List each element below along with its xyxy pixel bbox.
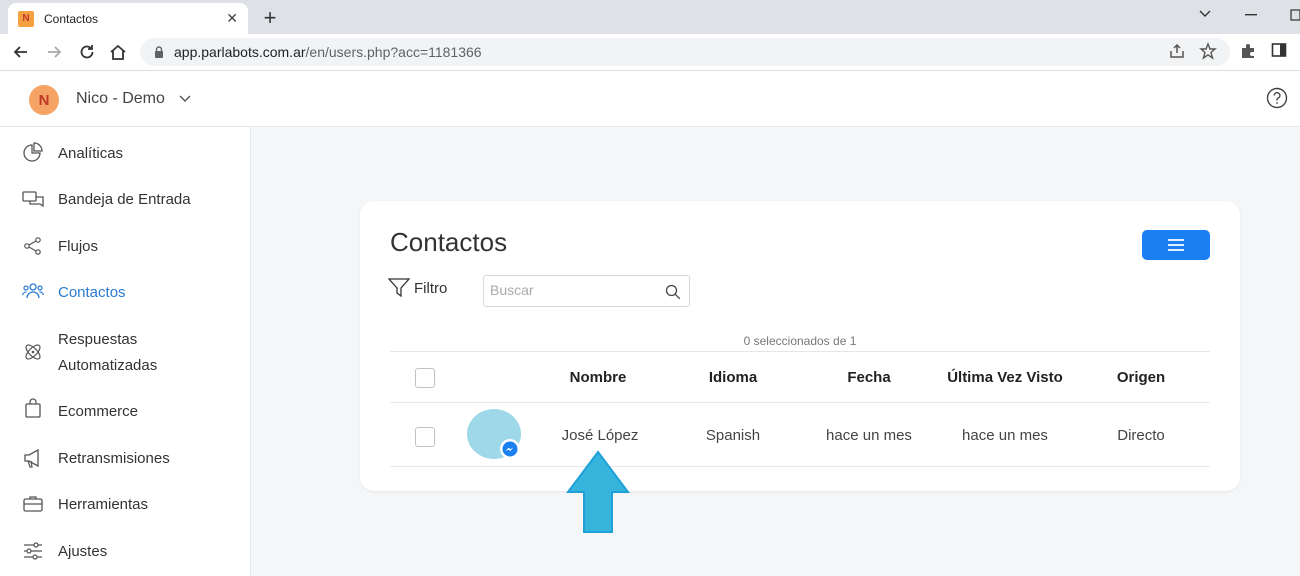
sidebar-item-label: Herramientas — [58, 496, 149, 513]
sidebar-nav: Analíticas Bandeja de Entrada Flujos Con… — [0, 127, 251, 576]
contact-date: hace un mes — [826, 427, 912, 444]
sidebar-item-bandeja[interactable]: Bandeja de Entrada — [0, 187, 250, 213]
home-icon[interactable] — [108, 42, 128, 62]
lock-icon — [155, 46, 163, 58]
filter-funnel-icon — [388, 278, 410, 298]
pie-chart-icon — [23, 142, 43, 162]
contact-origin: Directo — [1117, 427, 1165, 444]
sidebar-item-retransmisiones[interactable]: Retransmisiones — [0, 446, 250, 472]
table-divider — [390, 466, 1210, 467]
row-checkbox[interactable] — [415, 427, 435, 447]
sidebar-item-respuestas[interactable]: Respuestas Automatizadas — [0, 327, 250, 379]
sidebar-item-label: Flujos — [58, 238, 99, 255]
browser-tab[interactable]: N Contactos ✕ — [8, 3, 248, 34]
column-header-fecha[interactable]: Fecha — [819, 369, 919, 386]
sidebar-item-label: Retransmisiones — [58, 450, 170, 467]
contacts-card: Contactos Filtro 0 seleccionados de 1 No… — [360, 201, 1240, 491]
select-all-checkbox[interactable] — [415, 368, 435, 388]
selection-count: 0 seleccionados de 1 — [743, 334, 857, 348]
atom-icon — [25, 344, 41, 360]
minimize-icon[interactable] — [1245, 14, 1257, 16]
chat-bubbles-icon — [22, 191, 44, 208]
column-header-origen[interactable]: Origen — [1091, 369, 1191, 386]
table-divider — [390, 402, 1210, 403]
sidebar-item-label: Respuestas — [58, 331, 138, 348]
share-icon[interactable] — [1168, 42, 1186, 60]
sidebar-item-label: Bandeja de Entrada — [58, 191, 191, 208]
sidebar-item-flujos[interactable]: Flujos — [0, 234, 250, 260]
address-bar[interactable]: app.parlabots.com.ar/en/users.php?acc=11… — [140, 38, 1230, 66]
contact-name[interactable]: José López — [550, 427, 650, 444]
hamburger-icon — [1168, 239, 1184, 251]
search-box — [483, 275, 690, 307]
briefcase-icon — [23, 496, 43, 512]
tab-title: Contactos — [44, 11, 99, 26]
filter-button[interactable]: Filtro — [388, 277, 447, 299]
reload-icon[interactable] — [77, 42, 97, 62]
column-header-nombre[interactable]: Nombre — [548, 369, 648, 386]
menu-button[interactable] — [1142, 230, 1210, 260]
bookmark-star-icon[interactable] — [1199, 42, 1217, 60]
sidebar-item-ajustes[interactable]: Ajustes — [0, 539, 250, 565]
messenger-icon — [500, 439, 520, 459]
contact-language: Spanish — [705, 427, 761, 444]
shopping-bag-icon — [25, 398, 41, 418]
chevron-down-icon[interactable] — [178, 91, 192, 105]
users-icon — [22, 283, 44, 299]
sidebar-item-label: Ecommerce — [58, 403, 139, 420]
app-header: N Nico - Demo — [0, 71, 1300, 127]
browser-tabbar: N Contactos ✕ + — [0, 0, 1300, 34]
sidebar-item-label: Ajustes — [58, 543, 108, 560]
sidebar-item-ecommerce[interactable]: Ecommerce — [0, 398, 250, 425]
sidebar-item-herramientas[interactable]: Herramientas — [0, 492, 250, 518]
url-text: app.parlabots.com.ar/en/users.php?acc=11… — [174, 44, 482, 60]
contact-last-seen: hace un mes — [962, 427, 1048, 444]
account-name[interactable]: Nico - Demo — [76, 90, 165, 108]
restore-icon[interactable] — [1290, 9, 1300, 21]
account-avatar[interactable]: N — [29, 85, 59, 115]
search-input[interactable] — [490, 282, 660, 298]
tab-close-icon[interactable]: ✕ — [226, 10, 238, 27]
sidebar-item-label: Analíticas — [58, 145, 124, 162]
table-divider — [390, 351, 1210, 352]
new-tab-icon[interactable]: + — [259, 5, 281, 31]
sidebar-item-label-line2: Automatizadas — [58, 357, 158, 374]
back-arrow-icon[interactable] — [11, 42, 31, 62]
browser-toolbar: app.parlabots.com.ar/en/users.php?acc=11… — [0, 34, 1300, 71]
page-title: Contactos — [390, 227, 508, 257]
parlabots-favicon-icon: N — [18, 10, 34, 27]
filter-label: Filtro — [414, 279, 448, 297]
column-header-ultima-vez-visto[interactable]: Última Vez Visto — [935, 369, 1075, 386]
annotation-arrow-up-icon — [566, 450, 630, 533]
sidebar-item-contactos[interactable]: Contactos — [0, 280, 250, 306]
side-panel-icon[interactable] — [1271, 42, 1287, 58]
sidebar-item-analiticas[interactable]: Analíticas — [0, 141, 250, 167]
flow-icon — [24, 237, 41, 255]
tab-search-chevron-icon[interactable] — [1198, 9, 1212, 19]
sidebar-item-label: Contactos — [58, 284, 126, 301]
sliders-icon — [24, 542, 42, 560]
extensions-puzzle-icon[interactable] — [1239, 42, 1257, 60]
forward-arrow-icon[interactable] — [44, 42, 64, 62]
megaphone-icon — [24, 448, 39, 468]
column-header-idioma[interactable]: Idioma — [683, 369, 783, 386]
help-icon[interactable] — [1266, 87, 1288, 109]
search-icon[interactable] — [665, 284, 681, 300]
